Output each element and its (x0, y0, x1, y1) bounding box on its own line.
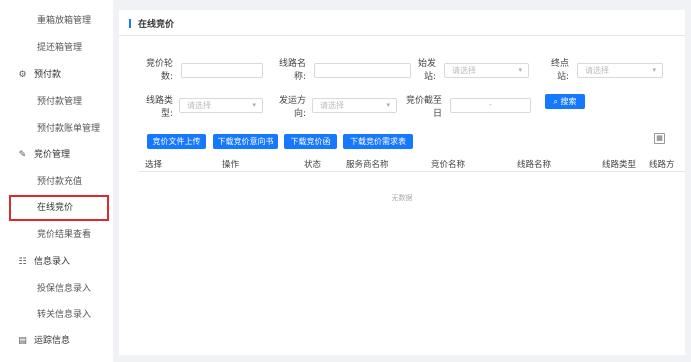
doc-icon: ▤ (18, 336, 27, 346)
origin-select-placeholder: 请选择 (452, 66, 476, 75)
column-header-route-direction: 线路方 (649, 160, 675, 170)
round-label: 竞价轮数: (141, 58, 173, 84)
sidebar-item-container-release[interactable]: 重箱放箱管理 (0, 8, 113, 34)
sidebar-item-label: 在线竞价 (37, 203, 74, 213)
route-type-label: 线路类型: (141, 95, 173, 121)
sidebar-group-label: 预付款 (34, 70, 62, 80)
page-header: 在线竞价 (119, 10, 685, 36)
column-header-route-type: 线路类型 (602, 160, 637, 170)
dest-label-line1: 终点 (550, 59, 569, 69)
search-icon: ⌕ (553, 97, 558, 106)
sidebar-group-label: 竞价管理 (34, 150, 71, 160)
title-accent-bar (129, 19, 131, 28)
download-intent-button[interactable]: 下载竞价意向书 (213, 134, 278, 149)
sidebar-group-info-entry[interactable]: ☷ 信息录入 (0, 249, 113, 275)
deadline-label-line1: 竞价截至 (405, 96, 442, 106)
sidebar-item-online-bidding[interactable]: 在线竞价 (9, 195, 109, 221)
round-input[interactable] (181, 63, 263, 78)
route-type-select-placeholder: 请选择 (187, 101, 211, 110)
form-icon: ☷ (18, 257, 27, 267)
page-title: 在线竞价 (138, 20, 175, 30)
download-bid-letter-button[interactable]: 下载竞价函 (284, 134, 337, 149)
sidebar-item-insurance-entry[interactable]: 投保信息录入 (0, 276, 113, 302)
column-header-route-name: 线路名称 (517, 160, 552, 170)
deadline-label: 竞价截至日 (404, 95, 442, 121)
dest-label: 终点站: (549, 58, 569, 84)
sidebar-item-label: 预付款管理 (37, 97, 83, 107)
sidebar-item-label: 投保信息录入 (37, 284, 92, 294)
ship-direction-select[interactable]: 请选择 ▾ (312, 98, 397, 113)
table-empty-text: 无数据 (391, 194, 413, 202)
gear-icon: ⚙ (18, 70, 27, 80)
sidebar-item-bidding-results[interactable]: 竞价结果查看 (0, 222, 113, 248)
main-panel: 在线竞价 竞价轮数: 线路名称: 始发站: 请选择 ▾ 终点站: 请选择 ▾ 线路类… (119, 10, 685, 355)
ship-direction-label-line1: 发运方 (278, 96, 306, 106)
route-type-label-line1: 线路类 (145, 96, 173, 106)
column-header-actions: 操作 (222, 160, 240, 170)
dest-label-line2: 站: (556, 72, 569, 82)
route-type-label-line2: 型: (160, 109, 173, 119)
sidebar-item-label: 提还箱管理 (37, 43, 83, 53)
dest-select[interactable]: 请选择 ▾ (577, 63, 663, 78)
sidebar-item-label: 预付款充值 (37, 177, 83, 187)
search-button[interactable]: ⌕ 搜索 (545, 94, 585, 109)
chevron-down-icon: ▾ (252, 101, 256, 109)
search-button-label: 搜索 (560, 97, 577, 106)
column-header-status: 状态 (304, 160, 322, 170)
column-header-provider: 服务商名称 (346, 160, 389, 170)
origin-label-line1: 始发 (417, 59, 436, 69)
chevron-down-icon: ▾ (652, 66, 656, 74)
sidebar-item-prepayment-topup[interactable]: 预付款充值 (0, 169, 113, 195)
sidebar-group-bidding[interactable]: ✎ 竞价管理 (0, 142, 113, 168)
origin-label: 始发站: (416, 58, 436, 84)
ship-direction-label: 发运方向: (274, 95, 306, 121)
route-type-select[interactable]: 请选择 ▾ (179, 98, 263, 113)
edit-icon: ✎ (18, 150, 27, 160)
round-label-line2: 数: (160, 72, 173, 82)
table-header: 选择 操作 状态 服务商名称 竞价名称 线路名称 线路类型 线路方 (139, 154, 685, 172)
sidebar-group-label: 运踪信息 (34, 336, 71, 346)
upload-bid-file-button[interactable]: 竞价文件上传 (147, 134, 206, 149)
route-name-label-line2: 称: (293, 72, 306, 82)
origin-select[interactable]: 请选择 ▾ (444, 63, 529, 78)
sidebar-item-label: 重箱放箱管理 (37, 16, 92, 26)
round-label-line1: 竞价轮 (145, 59, 173, 69)
sidebar: 重箱放箱管理 提还箱管理 ⚙ 预付款 预付款管理 预付款账单管理 ✎ 竞价管理 预付… (0, 0, 113, 362)
deadline-date-range[interactable]: - (450, 98, 531, 113)
sidebar-item-label: 预付款账单管理 (37, 124, 101, 134)
origin-label-line2: 站: (423, 72, 436, 82)
ship-direction-select-placeholder: 请选择 (320, 101, 344, 110)
sidebar-group-tracking[interactable]: ▤ 运踪信息 (0, 328, 113, 354)
deadline-label-line2: 日 (432, 109, 442, 119)
date-range-separator: - (489, 100, 492, 109)
column-header-select: 选择 (145, 160, 163, 170)
sidebar-item-transit-entry[interactable]: 转关信息录入 (0, 302, 113, 328)
route-name-label: 线路名称: (274, 58, 306, 84)
route-name-input[interactable] (314, 63, 411, 78)
dest-select-placeholder: 请选择 (585, 66, 609, 75)
ship-direction-label-line2: 向: (293, 109, 306, 119)
route-name-label-line1: 线路名 (278, 59, 306, 69)
chevron-down-icon: ▾ (386, 101, 390, 109)
sidebar-item-prepayment-management[interactable]: 预付款管理 (0, 89, 113, 115)
sidebar-item-prepayment-bills[interactable]: 预付款账单管理 (0, 116, 113, 142)
sidebar-item-label: 竞价结果查看 (37, 230, 92, 240)
chevron-down-icon: ▾ (518, 66, 522, 74)
column-settings-icon[interactable]: ▦ (654, 133, 665, 144)
sidebar-item-label: 转关信息录入 (37, 310, 92, 320)
column-header-bid-name: 竞价名称 (431, 160, 466, 170)
sidebar-group-prepayment[interactable]: ⚙ 预付款 (0, 62, 113, 88)
sidebar-item-container-return[interactable]: 提还箱管理 (0, 35, 113, 61)
download-demand-button[interactable]: 下载竞价需求表 (343, 134, 413, 149)
sidebar-group-label: 信息录入 (34, 257, 71, 267)
